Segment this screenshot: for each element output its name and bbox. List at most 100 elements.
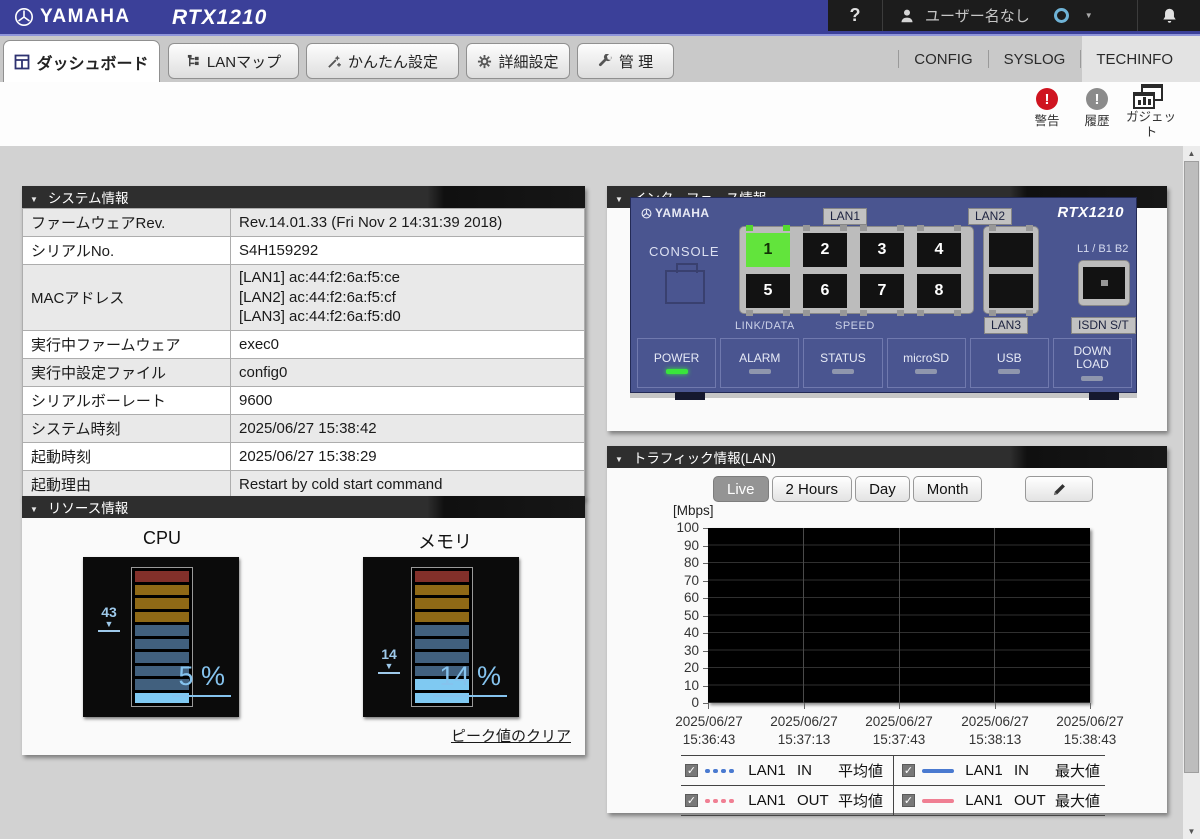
config-link[interactable]: CONFIG [899,51,987,68]
router-foot [1089,392,1119,400]
isdn-tag: ISDN S/T [1071,317,1136,334]
y-tick: 30 [645,643,699,658]
y-tick: 80 [645,555,699,570]
isdn-l1-label: L1 / B1 B2 [1077,243,1128,255]
yamaha-tuning-fork-icon [14,7,34,27]
tab-lanmap-label: LANマップ [207,51,281,72]
cpu-gauge: 43 ▼ 5 % [83,557,239,717]
history-label: 履歴 [1079,114,1115,129]
vertical-scrollbar[interactable]: ▲ ▼ [1183,146,1200,839]
scroll-down-arrow-icon[interactable]: ▼ [1183,827,1200,836]
dashboard-icon [14,54,30,70]
link-data-label: LINK/DATA [735,320,795,332]
clear-peak-link[interactable]: ピーク値のクリア [451,725,571,746]
download-indicator: DOWN LOAD [1053,338,1132,388]
wrench-icon [598,54,613,69]
traffic-range-buttons: Live 2 Hours Day Month [713,476,982,502]
traffic-info-header[interactable]: トラフィック情報(LAN) [607,446,1167,468]
tab-easy-setup[interactable]: かんたん設定 [306,43,459,79]
isdn-port-block [1078,260,1130,306]
tab-admin[interactable]: 管 理 [577,43,674,79]
legend-checkbox[interactable] [685,794,698,807]
router-yamaha-logo: YAMAHA [641,206,710,220]
isdn-port[interactable] [1083,267,1125,299]
row-label: 実行中ファームウェア [23,330,231,358]
gauge-segment [415,598,469,609]
x-tick-label: 2025/06/2715:38:13 [949,713,1041,749]
resource-info-header[interactable]: リソース情報 [22,496,585,518]
chevron-down-icon[interactable]: ▼ [1085,11,1093,20]
x-tick-mark [804,703,805,709]
notification-button[interactable] [1138,7,1200,24]
legend-checkbox[interactable] [685,764,698,777]
gauge-segment [415,571,469,582]
status-ring-icon [1054,8,1069,23]
gauge-segment [135,585,189,596]
memory-gauge-label: メモリ [305,528,585,554]
row-value: 2025/06/27 15:38:29 [231,442,585,470]
lan1-port-4[interactable]: 4 [917,233,961,267]
grid-line [803,528,804,703]
syslog-link[interactable]: SYSLOG [989,51,1081,68]
edit-button[interactable] [1025,476,1093,502]
two-hours-button[interactable]: 2 Hours [772,476,853,502]
system-info-header[interactable]: システム情報 [22,186,585,208]
gadget-bar [1143,97,1146,105]
live-button[interactable]: Live [713,476,769,502]
lan1-port-6[interactable]: 6 [803,274,847,308]
router-status-row: POWER ALARM STATUS microSD USB DOWN LOAD [637,338,1132,388]
tab-advanced-settings[interactable]: 詳細設定 [466,43,570,79]
user-menu[interactable]: ユーザー名なし ▼ [883,5,1137,26]
lan1-port-8[interactable]: 8 [917,274,961,308]
x-tick-mark [1090,703,1091,709]
console-port-outline [665,270,705,304]
gadget-chart-window [1133,92,1155,109]
tab-easy-setup-label: かんたん設定 [348,51,438,72]
cpu-peak-marker: 43 ▼ [93,605,125,632]
interface-info-panel: インターフェース情報 YAMAHA RTX1210 LAN1 LAN2 CONS… [607,186,1167,431]
grid-line [994,528,995,703]
lan1-port-2[interactable]: 2 [803,233,847,267]
legend-checkbox[interactable] [902,794,915,807]
legend-row: LAN1 IN 平均値 LAN1 IN 最大値 [681,756,1105,786]
legend-checkbox[interactable] [902,764,915,777]
lan1-port-7[interactable]: 7 [860,274,904,308]
legend-item-in-avg: LAN1 IN 平均値 [681,756,893,785]
y-tick: 20 [645,660,699,675]
yamaha-tuning-fork-icon [641,208,652,219]
scrollbar-thumb[interactable] [1184,161,1199,773]
help-button[interactable]: ? [828,5,882,26]
table-row: 実行中設定ファイルconfig0 [23,358,585,386]
lan1-port-3[interactable]: 3 [860,233,904,267]
row-value: exec0 [231,330,585,358]
row-value: 9600 [231,386,585,414]
gadget-icon[interactable] [1133,84,1165,110]
collapse-arrow-icon [615,190,623,205]
y-tick: 100 [645,520,699,535]
lan1-port-5[interactable]: 5 [746,274,790,308]
console-label: CONSOLE [649,244,720,259]
techinfo-link[interactable]: TECHINFO [1081,51,1188,68]
x-tick-label: 2025/06/2715:38:43 [1044,713,1136,749]
y-tick: 10 [645,678,699,693]
lan2-port-lower[interactable] [989,274,1033,308]
row-label: 起動時刻 [23,442,231,470]
month-button[interactable]: Month [913,476,983,502]
gauge-segment [135,571,189,582]
warning-badge-icon[interactable]: ! [1036,88,1058,110]
history-badge-icon[interactable]: ! [1086,88,1108,110]
collapse-arrow-icon [30,500,38,515]
collapse-arrow-icon [30,190,38,205]
tab-dashboard[interactable]: ダッシュボード [3,40,160,82]
gauge-segment [415,585,469,596]
scroll-up-arrow-icon[interactable]: ▲ [1183,149,1200,158]
cpu-gauge-label: CPU [22,528,302,549]
lan1-tag: LAN1 [823,208,867,225]
x-tick-label: 2025/06/2715:37:13 [758,713,850,749]
lan1-port-1[interactable]: 1 [746,233,790,267]
tab-dashboard-label: ダッシュボード [36,50,148,74]
tab-lanmap[interactable]: LANマップ [168,43,299,79]
lan2-port-upper[interactable] [989,233,1033,267]
day-button[interactable]: Day [855,476,910,502]
row-label: シリアルボーレート [23,386,231,414]
